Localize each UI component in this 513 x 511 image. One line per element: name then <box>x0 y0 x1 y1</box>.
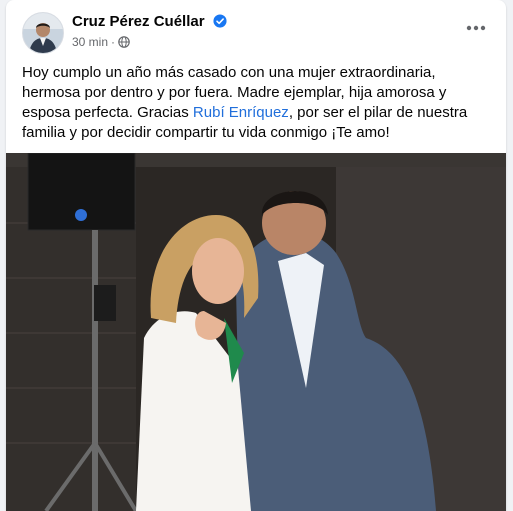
meta-separator: · <box>111 35 116 49</box>
author-avatar[interactable] <box>22 12 64 54</box>
globe-icon[interactable] <box>118 36 130 51</box>
post-meta: 30 min · <box>72 35 130 51</box>
more-options-icon[interactable] <box>464 16 488 40</box>
author-name[interactable]: Cruz Pérez Cuéllar <box>72 13 205 30</box>
verified-badge-icon <box>213 14 227 32</box>
mention-link[interactable]: Rubí Enríquez <box>193 104 289 121</box>
author-name-row: Cruz Pérez Cuéllar <box>72 13 227 32</box>
post-card: Cruz Pérez Cuéllar 30 min · Hoy cumplo u… <box>6 0 506 511</box>
post-header: Cruz Pérez Cuéllar 30 min · <box>6 0 506 60</box>
post-photo[interactable] <box>6 153 506 511</box>
post-timestamp[interactable]: 30 min <box>72 35 108 49</box>
post-text: Hoy cumplo un año más casado con una muj… <box>22 63 494 143</box>
